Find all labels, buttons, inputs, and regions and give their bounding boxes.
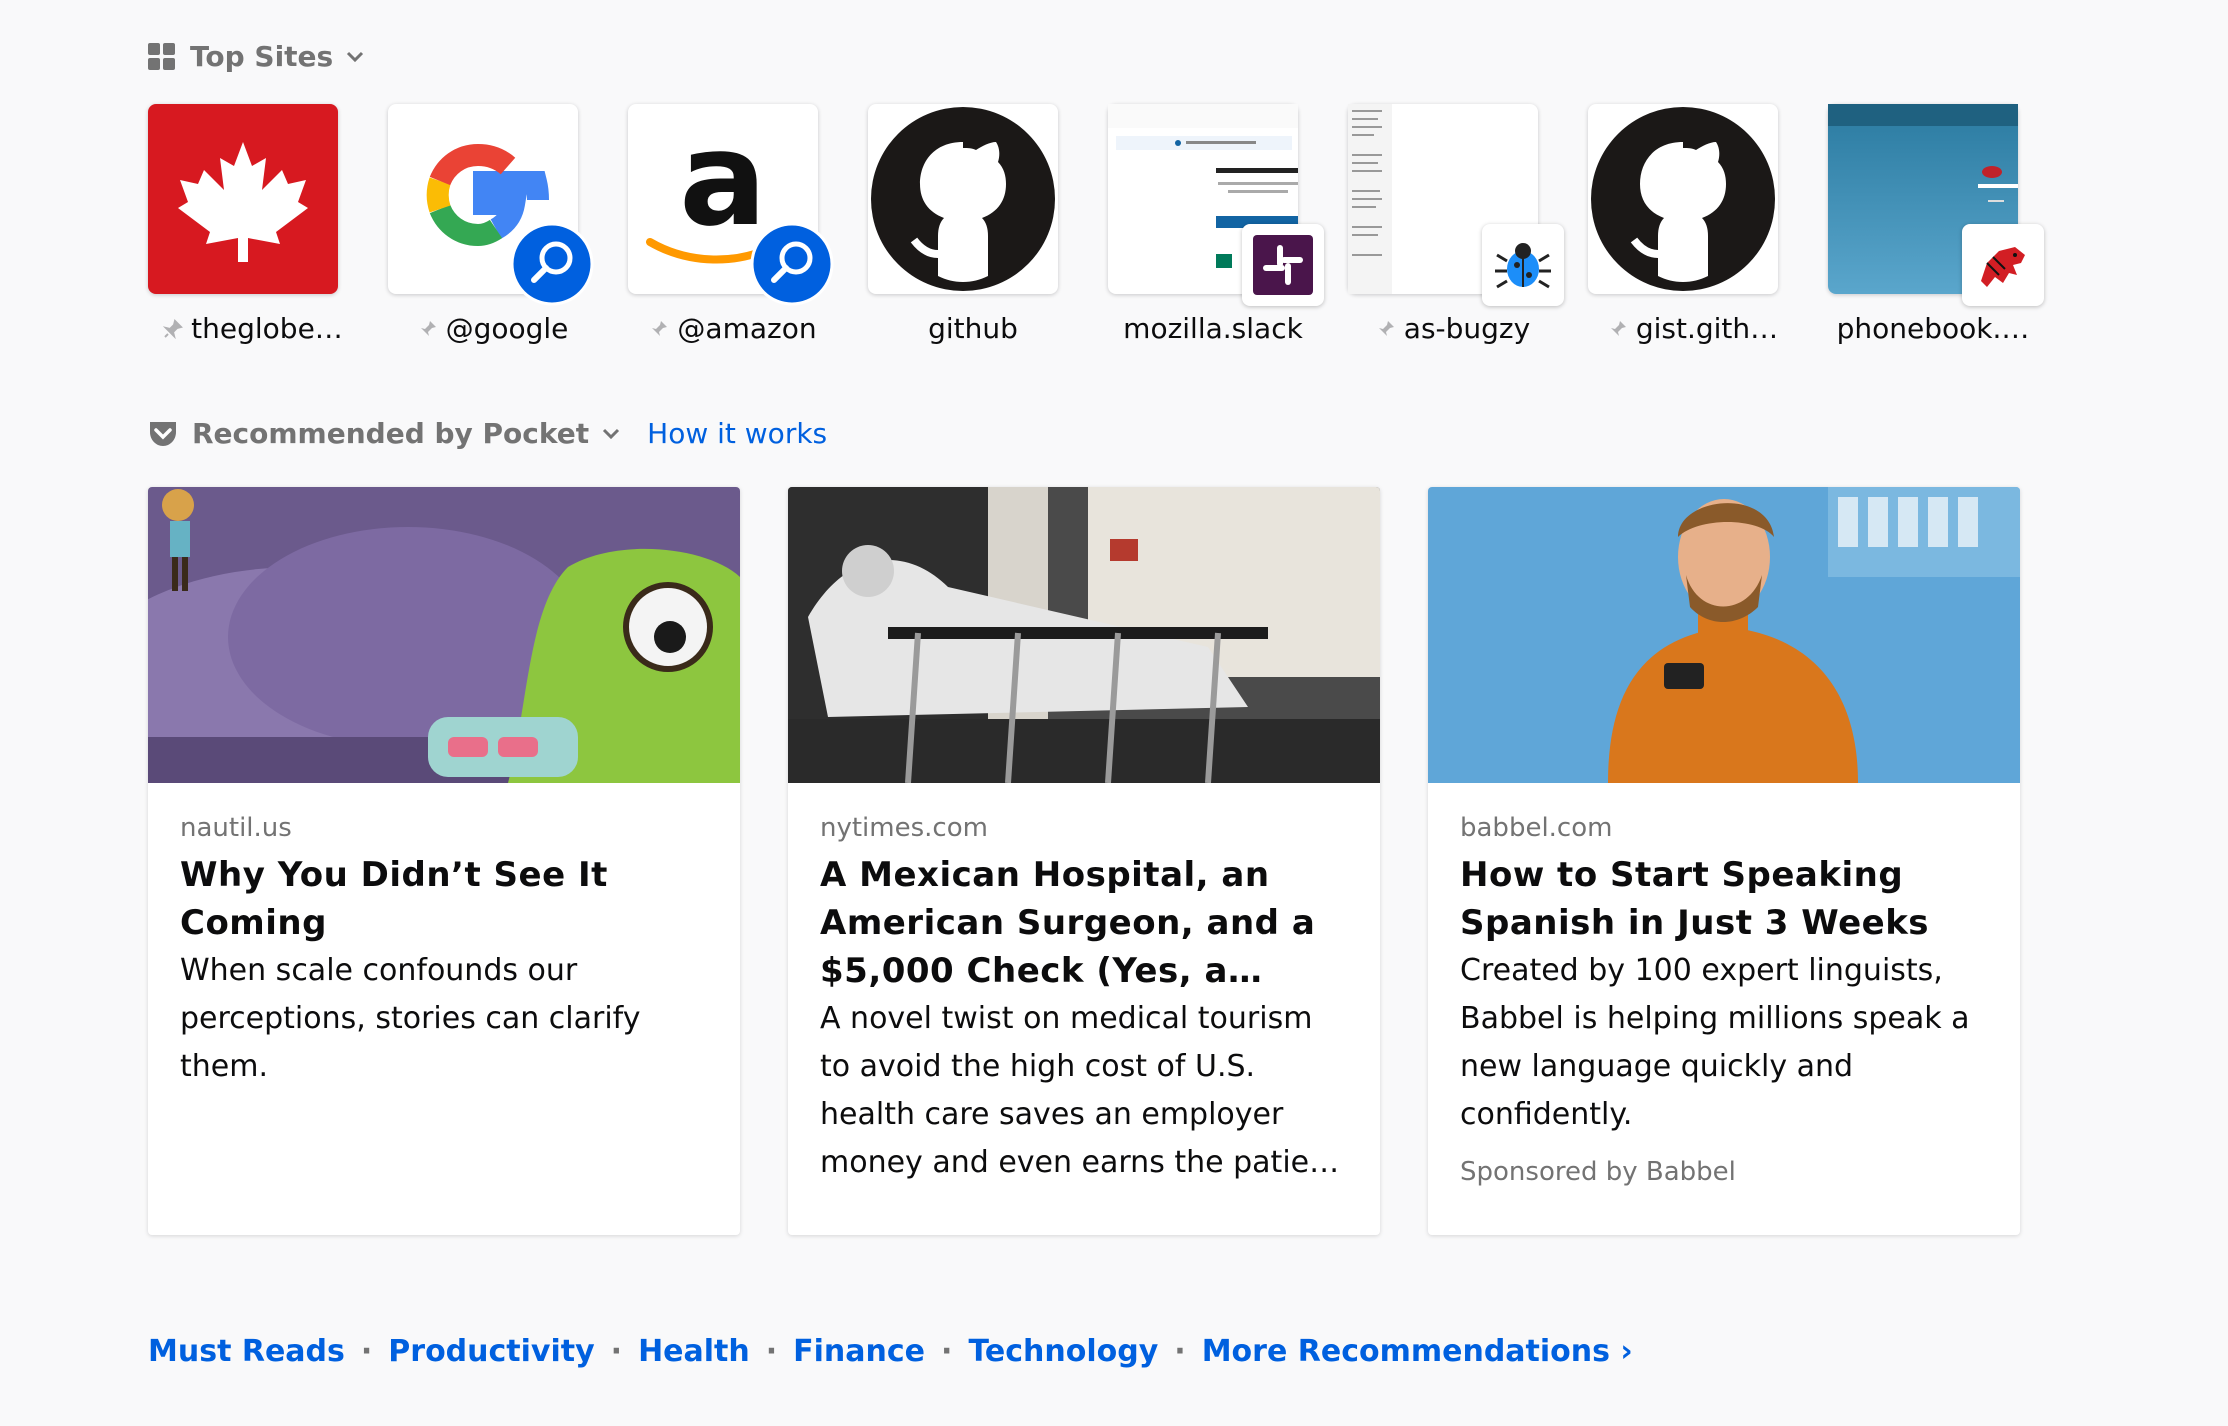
top-site-tile-mozilla-slack[interactable]: mozilla.slack [1108, 104, 1324, 345]
github-logo-icon [871, 107, 1055, 291]
pocket-card[interactable]: nautil.us Why You Didn’t See It Coming W… [148, 487, 740, 1235]
tile-thumbnail [1588, 104, 1778, 294]
topics-row: Must Reads · Productivity · Health · Fin… [148, 1334, 1633, 1369]
card-excerpt: Created by 100 expert linguists, Babbel … [1460, 953, 1970, 1132]
card-image [788, 487, 1380, 783]
pin-icon [652, 320, 668, 336]
tile-thumbnail [1348, 104, 1564, 306]
card-source: nautil.us [180, 813, 292, 843]
pocket-title: Recommended by Pocket [192, 417, 590, 450]
tile-label: gist.gith… [1588, 312, 1798, 345]
chevron-down-icon[interactable] [345, 50, 365, 64]
github-logo-icon [1591, 107, 1775, 291]
more-recommendations-link[interactable]: More Recommendations › [1202, 1334, 1633, 1369]
pin-icon [1378, 320, 1394, 336]
pin-icon [1610, 320, 1626, 336]
topic-link-health[interactable]: Health [638, 1334, 750, 1369]
top-sites-title: Top Sites [190, 40, 334, 73]
tile-thumbnail: a [628, 103, 834, 306]
pin-icon [420, 320, 436, 336]
slack-icon [1242, 224, 1324, 306]
grid-icon [148, 42, 176, 71]
card-excerpt: When scale confounds our perceptions, st… [180, 953, 641, 1084]
top-site-tile-phonebook[interactable]: phonebook.… [1828, 104, 2044, 345]
separator: · [1174, 1334, 1186, 1369]
card-image [148, 487, 740, 783]
card-title: A Mexican Hospital, an American Surgeon,… [820, 855, 1316, 991]
tile-thumbnail [388, 104, 594, 306]
bug-icon [1482, 224, 1564, 306]
separator: · [765, 1334, 778, 1369]
tile-thumbnail [868, 104, 1058, 294]
separator: · [941, 1334, 953, 1369]
card-title: How to Start Speaking Spanish in Just 3 … [1460, 855, 1930, 943]
pocket-icon [148, 420, 178, 448]
card-excerpt: A novel twist on medical tourism to avoi… [820, 1001, 1340, 1180]
tile-thumbnail [1108, 104, 1324, 306]
card-title: Why You Didn’t See It Coming [180, 855, 608, 943]
sponsored-label: Sponsored by Babbel [1460, 1157, 1736, 1187]
topic-link-technology[interactable]: Technology [968, 1334, 1158, 1369]
top-site-tile-amazon[interactable]: a @amazon [628, 103, 834, 345]
tile-thumbnail [148, 104, 338, 294]
pocket-header: Recommended by Pocket How it works [148, 417, 827, 450]
search-icon [510, 222, 594, 306]
tile-label: phonebook.… [1836, 312, 2030, 345]
pin-icon [163, 318, 184, 339]
tile-label: github [928, 312, 1018, 345]
tile-label: mozilla.slack [1123, 312, 1303, 345]
tile-label: @amazon [628, 312, 838, 345]
pocket-card[interactable]: babbel.com How to Start Speaking Spanish… [1428, 487, 2020, 1235]
top-site-tile-as-bugzy[interactable]: as-bugzy [1348, 104, 1564, 345]
how-it-works-link[interactable]: How it works [647, 417, 827, 450]
dino-icon [1962, 224, 2044, 306]
card-source: babbel.com [1460, 813, 1613, 843]
top-site-tile-google[interactable]: @google [388, 104, 594, 345]
topic-link-productivity[interactable]: Productivity [388, 1334, 594, 1369]
card-image [1428, 487, 2020, 783]
tile-label: theglobe… [148, 312, 358, 345]
tile-label: @google [388, 312, 598, 345]
top-sites-header[interactable]: Top Sites [148, 40, 365, 73]
top-site-tile-gist-github[interactable]: gist.gith… [1588, 104, 1778, 345]
separator: · [610, 1334, 623, 1369]
top-site-tile-theglobe[interactable]: theglobe… [148, 104, 343, 345]
tile-thumbnail [1828, 104, 2044, 306]
top-site-tile-github[interactable]: github [868, 104, 1058, 345]
card-source: nytimes.com [820, 813, 988, 843]
maple-leaf-icon [178, 142, 308, 262]
topic-link-must-reads[interactable]: Must Reads [148, 1334, 345, 1369]
separator: · [360, 1334, 373, 1369]
search-icon [750, 222, 834, 306]
chevron-down-icon[interactable] [601, 427, 621, 441]
tile-label: as-bugzy [1348, 312, 1558, 345]
pocket-card[interactable]: nytimes.com A Mexican Hospital, an Ameri… [788, 487, 1380, 1235]
topic-link-finance[interactable]: Finance [793, 1334, 925, 1369]
